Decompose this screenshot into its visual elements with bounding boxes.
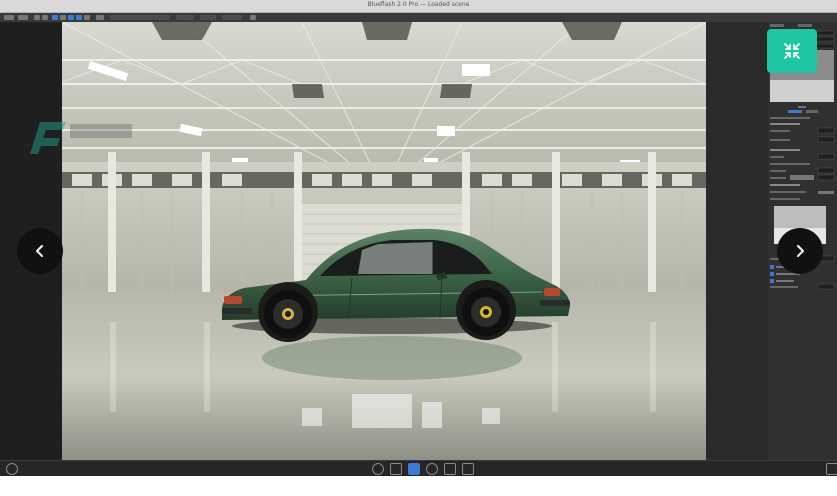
page-footer-strip	[0, 476, 837, 496]
toolbar-button[interactable]	[52, 15, 58, 20]
title-bar: Blueflash 2.0 Pro — Loaded scene	[0, 0, 837, 13]
toolbar-button[interactable]	[250, 15, 256, 20]
toolbar-field[interactable]	[110, 15, 170, 20]
materials-icon[interactable]	[444, 463, 456, 475]
toolbar-button[interactable]	[34, 15, 40, 20]
studio-icon[interactable]	[462, 463, 474, 475]
camera-icon[interactable]	[372, 463, 384, 475]
chevron-right-icon	[797, 245, 804, 257]
toolbar-button[interactable]	[68, 15, 74, 20]
chevron-left-icon	[36, 245, 43, 257]
watermark-logo	[30, 122, 132, 154]
library-icon[interactable]	[390, 463, 402, 475]
toolbar-button[interactable]	[18, 15, 28, 20]
toolbar-field[interactable]	[200, 15, 216, 20]
main-toolbar	[0, 13, 837, 22]
app-window: Blueflash 2.0 Pro — Loaded scene	[0, 0, 837, 476]
toolbar-button[interactable]	[96, 15, 104, 20]
previous-image-button[interactable]	[17, 228, 63, 274]
toolbar-button[interactable]	[42, 15, 48, 20]
render-icon[interactable]	[426, 463, 438, 475]
toolbar-button[interactable]	[4, 15, 14, 20]
render-viewport[interactable]	[62, 22, 706, 460]
panel-toggle-icon[interactable]	[826, 463, 837, 475]
warehouse-car-render	[62, 22, 706, 460]
toolbar-field[interactable]	[176, 15, 194, 20]
toolbar-button[interactable]	[60, 15, 66, 20]
exit-fullscreen-button[interactable]	[767, 29, 817, 73]
bottom-toolbar	[0, 460, 837, 476]
next-image-button[interactable]	[777, 228, 823, 274]
scene-settings-icon[interactable]	[6, 463, 18, 475]
fullscreen-exit-icon	[784, 43, 800, 59]
window-title: Blueflash 2.0 Pro — Loaded scene	[367, 1, 470, 8]
toolbar-button[interactable]	[84, 15, 90, 20]
image-tool-icon[interactable]	[408, 463, 420, 475]
toolbar-button[interactable]	[76, 15, 82, 20]
toolbar-field[interactable]	[222, 15, 242, 20]
